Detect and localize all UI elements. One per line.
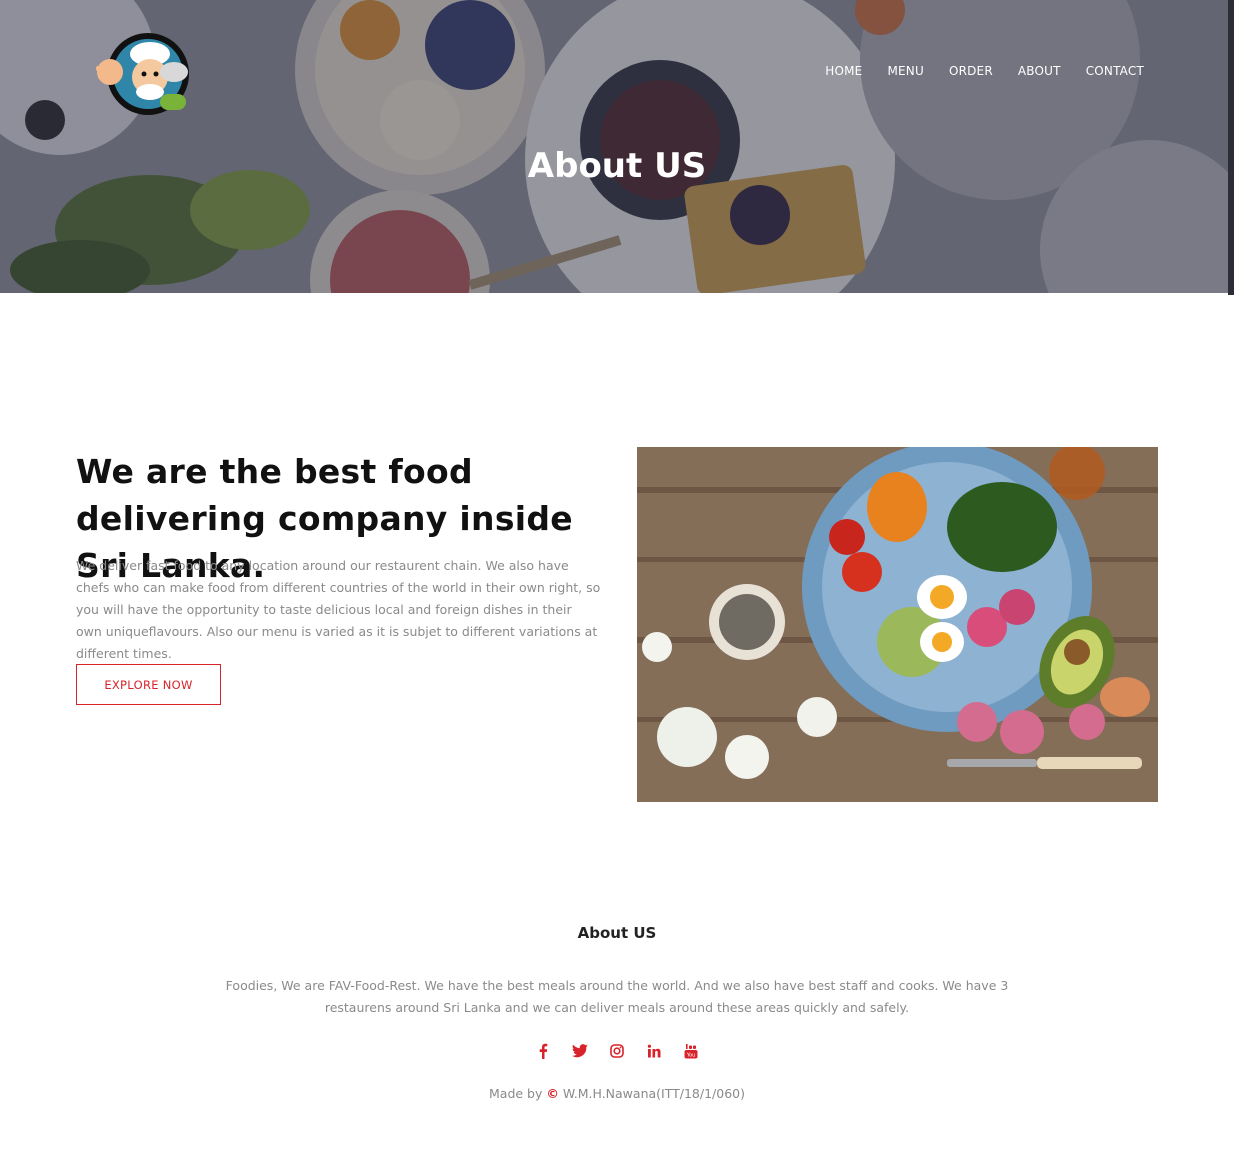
chef-logo[interactable] xyxy=(90,32,192,118)
main-nav: HOME MENU ORDER ABOUT CONTACT xyxy=(800,64,1144,78)
copyright-icon: © xyxy=(546,1086,559,1101)
youtube-icon[interactable]: You xyxy=(682,1040,700,1062)
food-plate-image xyxy=(637,447,1158,802)
instagram-icon[interactable] xyxy=(608,1040,626,1062)
linkedin-icon[interactable] xyxy=(645,1040,663,1062)
scrollbar[interactable] xyxy=(1228,0,1234,295)
facebook-icon[interactable] xyxy=(534,1040,552,1062)
nav-item-about[interactable]: ABOUT xyxy=(1018,64,1061,78)
nav-item-home[interactable]: HOME xyxy=(825,64,862,78)
credit-author: W.M.H.Nawana(ITT/18/1/060) xyxy=(562,1086,745,1101)
footer-credit: Made by © W.M.H.Nawana(ITT/18/1/060) xyxy=(0,1086,1234,1101)
page-title: About US xyxy=(527,146,707,186)
food-plate-illustration xyxy=(637,447,1158,802)
hero-banner: HOME MENU ORDER ABOUT CONTACT About US xyxy=(0,0,1228,293)
svg-text:You: You xyxy=(686,1053,696,1059)
chef-logo-icon xyxy=(96,33,189,115)
credit-prefix: Made by xyxy=(489,1086,543,1101)
about-description: We deliver fast food to any location aro… xyxy=(76,558,601,661)
social-links: You xyxy=(0,1040,1234,1062)
nav-item-contact[interactable]: CONTACT xyxy=(1086,64,1144,78)
nav-item-menu[interactable]: MENU xyxy=(887,64,924,78)
nav-item-order[interactable]: ORDER xyxy=(949,64,993,78)
footer-title: About US xyxy=(577,924,657,942)
explore-now-button[interactable]: EXPLORE NOW xyxy=(76,664,221,705)
footer-description: Foodies, We are FAV-Food-Rest. We have t… xyxy=(225,978,1009,1015)
twitter-icon[interactable] xyxy=(571,1040,589,1062)
